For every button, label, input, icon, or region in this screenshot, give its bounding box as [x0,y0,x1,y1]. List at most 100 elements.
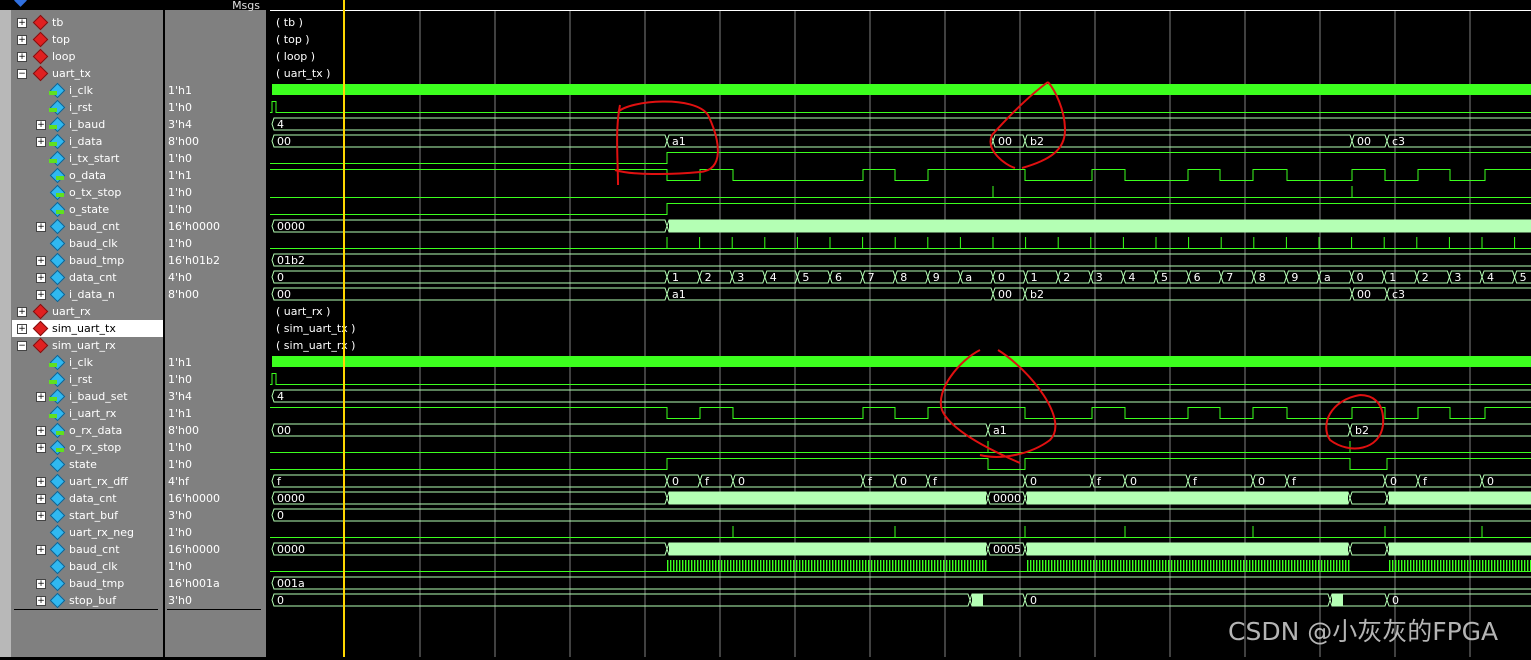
bus-value: 5 [1520,271,1527,284]
expand-icon[interactable]: + [36,290,46,300]
signal-row-o_rx_stop[interactable]: + o_rx_stop [12,439,163,456]
output-arrow-icon [56,448,64,452]
signal-row-baud_clk[interactable]: baud_clk [12,235,163,252]
signal-row-loop[interactable]: + loop [12,48,163,65]
signal-row-i_tx_start[interactable]: i_tx_start [12,150,163,167]
signal-row-start_buf[interactable]: + start_buf [12,507,163,524]
signal-row-o_state[interactable]: o_state [12,201,163,218]
signal-row-uart_tx[interactable]: − uart_tx [12,65,163,82]
baud-clk-tick [1063,560,1065,571]
signal-row-i_uart_rx[interactable]: i_uart_rx [12,405,163,422]
signal-name: i_baud_set [69,390,128,403]
signal-icon [49,541,66,558]
signal-value: 16'h01b2 [168,254,220,267]
output-arrow-icon [56,176,64,180]
expand-icon[interactable]: + [17,52,27,62]
bus-value: a [965,271,972,284]
bus-dense [669,543,986,555]
expand-icon[interactable]: + [36,222,46,232]
signal-row-i_data[interactable]: + i_data [12,133,163,150]
expand-icon[interactable]: + [17,324,27,334]
wave-add-icon[interactable] [14,0,27,7]
expand-icon[interactable]: + [36,120,46,130]
signal-row-tb[interactable]: + tb [12,14,163,31]
signal-row-i_baud[interactable]: + i_baud [12,116,163,133]
input-arrow-icon [49,414,57,418]
baud-clk-tick [1300,560,1302,571]
signal-row-sim_uart_rx[interactable]: − sim_uart_rx [12,337,163,354]
list-end-line [167,609,261,610]
bus-value: 8 [900,271,907,284]
waveform-pane[interactable]: ( tb ) ( top ) ( loop ) ( uart_tx ) ( uart_r… [270,0,1531,657]
expand-icon[interactable]: + [17,18,27,28]
baud-clk-tick [1048,560,1050,571]
signal-row-baud_tmp[interactable]: + baud_tmp [12,575,163,592]
baud-clk-tick [1503,560,1505,571]
signal-row-o_rx_data[interactable]: + o_rx_data [12,422,163,439]
expand-icon[interactable]: + [36,273,46,283]
signal-value: 1'h1 [168,356,192,369]
expand-icon[interactable]: + [17,35,27,45]
bus-value: f [705,475,710,488]
collapse-icon[interactable]: − [17,341,27,351]
signal-name-pane[interactable]: + tb + top + loop − uart_tx i_clk i_rst + i_baud + i_… [0,0,163,657]
expand-icon[interactable]: + [36,596,46,606]
signal-row-o_tx_stop[interactable]: o_tx_stop [12,184,163,201]
signal-row-o_data[interactable]: o_data [12,167,163,184]
baud-clk-tick [1267,560,1269,571]
baud-clk-tick [904,560,906,571]
collapse-icon[interactable]: − [17,69,27,79]
expand-icon[interactable]: + [36,494,46,504]
signal-row-i_data_n[interactable]: + i_data_n [12,286,163,303]
waveform-canvas[interactable]: ( tb ) ( top ) ( loop ) ( uart_tx ) ( uart_r… [270,0,1531,657]
signal-row-baud_clk[interactable]: baud_clk [12,558,163,575]
expand-icon[interactable]: + [17,307,27,317]
signal-row-top[interactable]: + top [12,31,163,48]
values-pane[interactable]: Msgs 1'h1 1'h0 3'h4 8'h00 1'h0 1'h1 1'h0 1'h0 16… [165,0,266,657]
expand-icon[interactable]: + [36,426,46,436]
baud-clk-tick [718,560,720,571]
signal-row-i_rst[interactable]: i_rst [12,371,163,388]
signal-row-uart_rx_neg[interactable]: uart_rx_neg [12,524,163,541]
expand-icon[interactable]: + [36,477,46,487]
baud-clk-tick [769,560,771,571]
signal-row-i_clk[interactable]: i_clk [12,354,163,371]
expand-icon[interactable]: + [36,137,46,147]
group-label: ( top ) [276,33,310,46]
expand-icon[interactable]: + [36,443,46,453]
signal-row-i_rst[interactable]: i_rst [12,99,163,116]
baud-clk-tick [1476,560,1478,571]
bus-value: f [277,475,282,488]
signal-row-i_baud_set[interactable]: + i_baud_set [12,388,163,405]
signal-row-stop_buf[interactable]: + stop_buf [12,592,163,609]
signal-row-data_cnt[interactable]: + data_cnt [12,269,163,286]
signal-row-uart_rx[interactable]: + uart_rx [12,303,163,320]
baud-clk-tick [1324,560,1326,571]
baud-clk-tick [1413,560,1415,571]
signal-row-i_clk[interactable]: i_clk [12,82,163,99]
bus-value: 01b2 [277,254,305,267]
signal-row-baud_cnt[interactable]: + baud_cnt [12,541,163,558]
baud-clk-tick [1090,560,1092,571]
expand-icon[interactable]: + [36,256,46,266]
baud-clk-tick [1060,560,1062,571]
signal-value: 1'h0 [168,373,192,386]
signal-row-baud_cnt[interactable]: + baud_cnt [12,218,163,235]
expand-icon[interactable]: + [36,392,46,402]
baud-clk-tick [1389,560,1391,571]
signal-icon [49,592,66,609]
bus-value: 0 [1030,594,1037,607]
signal-row-uart_rx_dff[interactable]: + uart_rx_dff [12,473,163,490]
expand-icon[interactable]: + [36,579,46,589]
signal-row-state[interactable]: state [12,456,163,473]
signal-row-data_cnt[interactable]: + data_cnt [12,490,163,507]
expand-icon[interactable]: + [36,511,46,521]
baud-clk-tick [892,560,894,571]
signal-row-sim_uart_tx[interactable]: + sim_uart_tx [12,320,163,337]
bus-segment [1349,491,1388,505]
baud-clk-tick [1120,560,1122,571]
expand-icon[interactable]: + [36,545,46,555]
baud-clk-tick [961,560,963,571]
baud-clk-tick [730,560,732,571]
signal-row-baud_tmp[interactable]: + baud_tmp [12,252,163,269]
